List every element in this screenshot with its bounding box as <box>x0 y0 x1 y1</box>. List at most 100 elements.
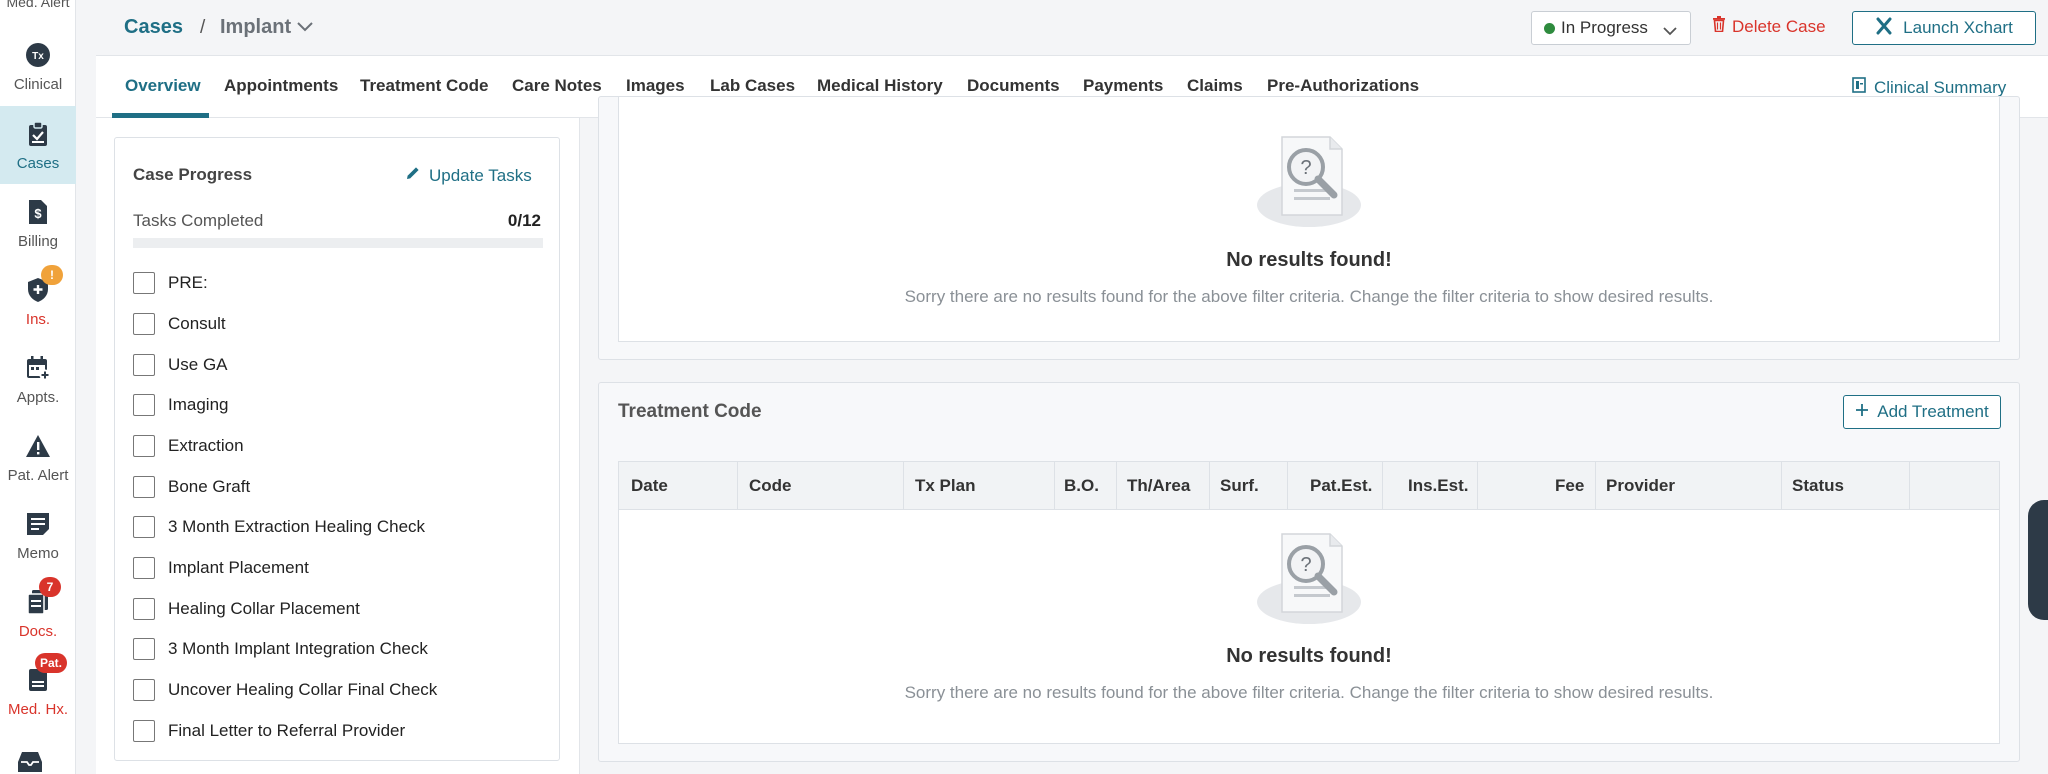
column-header-code[interactable]: Code <box>749 476 792 496</box>
task-label: Imaging <box>168 395 229 414</box>
svg-text:?: ? <box>1300 157 1311 179</box>
task-checkbox[interactable] <box>133 516 155 538</box>
no-results-illustration-icon: ? <box>1254 524 1364 634</box>
appointments-empty-state: ? No results found! Sorry there are no r… <box>618 97 2000 342</box>
tasks-completed-label: Tasks Completed <box>133 211 264 230</box>
pencil-icon <box>405 165 421 186</box>
tab-lab-cases[interactable]: Lab Cases <box>710 76 795 96</box>
sidebar-item-insurance[interactable]: ! Ins. <box>0 262 76 340</box>
task-label: Consult <box>168 314 226 333</box>
column-header-bo[interactable]: B.O. <box>1064 476 1099 496</box>
tab-documents[interactable]: Documents <box>967 76 1060 96</box>
sidebar-item-label: Billing <box>17 232 59 250</box>
task-item: Imaging <box>133 393 228 417</box>
invoice-icon: $ <box>23 197 53 227</box>
sidebar-item-label: Clinical <box>13 75 63 93</box>
breadcrumb-cases-link[interactable]: Cases <box>124 16 183 39</box>
breadcrumb-separator: / <box>200 17 206 38</box>
sidebar-item-billing[interactable]: $ Billing <box>0 184 76 262</box>
task-checkbox[interactable] <box>133 638 155 660</box>
task-label: Uncover Healing Collar Final Check <box>168 680 438 699</box>
column-header-status[interactable]: Status <box>1792 476 1844 496</box>
sidebar-item-patient-alert[interactable]: Pat. Alert <box>0 418 76 496</box>
delete-case-label: Delete Case <box>1732 16 1826 36</box>
chevron-down-icon[interactable] <box>296 20 314 38</box>
sidebar-item-label: Appts. <box>16 388 60 406</box>
update-tasks-button[interactable]: Update Tasks <box>405 165 532 186</box>
launch-xchart-button[interactable]: Launch Xchart <box>1852 11 2036 45</box>
case-header: Cases / Implant In Progress Delete Case … <box>96 0 2048 56</box>
task-checkbox[interactable] <box>133 720 155 742</box>
task-item: 3 Month Extraction Healing Check <box>133 515 425 539</box>
tx-clinical-icon: Tx <box>23 40 53 70</box>
sidebar-item-label: Med. Hx. <box>7 700 68 718</box>
column-header-th-area[interactable]: Th/Area <box>1127 476 1190 496</box>
inbox-icon[interactable] <box>17 748 43 774</box>
tab-pre-authorizations[interactable]: Pre-Authorizations <box>1267 76 1419 96</box>
task-checkbox[interactable] <box>133 679 155 701</box>
left-panel: Case Progress Update Tasks Tasks Complet… <box>96 118 580 774</box>
sidebar-item-label: Memo <box>17 544 59 562</box>
column-header-ins-est[interactable]: Ins.Est. <box>1408 476 1468 496</box>
task-checkbox[interactable] <box>133 394 155 416</box>
medical-history-badge: Pat. <box>35 652 68 673</box>
sidebar-item-clinical[interactable]: Tx Clinical <box>0 27 76 105</box>
task-item: Implant Placement <box>133 556 309 580</box>
add-treatment-label: Add Treatment <box>1877 402 1989 421</box>
task-checkbox[interactable] <box>133 598 155 620</box>
column-header-pat-est[interactable]: Pat.Est. <box>1310 476 1372 496</box>
task-checkbox[interactable] <box>133 354 155 376</box>
side-drawer-handle[interactable] <box>2028 500 2048 620</box>
case-progress-card: Case Progress Update Tasks Tasks Complet… <box>114 137 560 761</box>
sidebar-item-memo[interactable]: Memo <box>0 496 76 574</box>
column-header-provider[interactable]: Provider <box>1606 476 1675 496</box>
task-checkbox[interactable] <box>133 272 155 294</box>
task-checkbox[interactable] <box>133 557 155 579</box>
summary-icon <box>1852 77 1866 98</box>
shield-plus-icon: ! <box>23 264 63 305</box>
status-dropdown[interactable]: In Progress <box>1531 11 1691 45</box>
sidebar-item-documents[interactable]: 7 Docs. <box>0 574 76 652</box>
empty-state-title: No results found! <box>1226 249 1392 271</box>
add-treatment-button[interactable]: Add Treatment <box>1843 395 2001 429</box>
task-item: 3 Month Implant Integration Check <box>133 637 428 661</box>
launch-xchart-label: Launch Xchart <box>1903 18 2013 37</box>
tab-claims[interactable]: Claims <box>1187 76 1243 96</box>
case-progress-title: Case Progress <box>133 165 253 184</box>
column-header-date[interactable]: Date <box>631 476 668 496</box>
tab-care-notes[interactable]: Care Notes <box>512 76 602 96</box>
tab-treatment-code[interactable]: Treatment Code <box>360 76 488 96</box>
breadcrumb-current-case[interactable]: Implant <box>220 16 291 39</box>
column-header-tx-plan[interactable]: Tx Plan <box>915 476 975 496</box>
task-item: Uncover Healing Collar Final Check <box>133 678 437 702</box>
update-tasks-label: Update Tasks <box>429 165 532 185</box>
clinical-summary-label: Clinical Summary <box>1874 77 2007 97</box>
tab-appointments[interactable]: Appointments <box>224 76 338 96</box>
status-dropdown-value: In Progress <box>1561 18 1648 37</box>
sidebar-item-label: Docs. <box>18 622 58 640</box>
tab-overview[interactable]: Overview <box>125 76 201 96</box>
no-results-illustration-icon: ? <box>1254 127 1364 237</box>
delete-case-button[interactable]: Delete Case <box>1712 16 1826 37</box>
plus-icon <box>1855 402 1869 422</box>
svg-text:$: $ <box>34 206 42 221</box>
table-header: Date Code Tx Plan B.O. Th/Area Surf. Pat… <box>619 462 1999 510</box>
column-header-surf[interactable]: Surf. <box>1220 476 1259 496</box>
task-checkbox[interactable] <box>133 313 155 335</box>
task-checkbox[interactable] <box>133 435 155 457</box>
column-header-fee[interactable]: Fee <box>1555 476 1584 496</box>
sidebar-item-cases[interactable]: Cases <box>0 106 76 184</box>
sidebar-item-appointments[interactable]: Appts. <box>0 340 76 418</box>
tab-medical-history[interactable]: Medical History <box>817 76 943 96</box>
task-item: Healing Collar Placement <box>133 597 360 621</box>
task-checkbox[interactable] <box>133 476 155 498</box>
tab-images[interactable]: Images <box>626 76 685 96</box>
task-item: Extraction <box>133 434 244 458</box>
sidebar-item-med-alert-label[interactable]: Med. Alert <box>0 0 76 10</box>
task-label: 3 Month Implant Integration Check <box>168 639 428 658</box>
empty-state-message: Sorry there are no results found for the… <box>904 287 1714 306</box>
tab-payments[interactable]: Payments <box>1083 76 1163 96</box>
clinical-summary-link[interactable]: Clinical Summary <box>1852 77 2006 98</box>
task-label: Implant Placement <box>168 558 309 577</box>
sidebar-item-medical-history[interactable]: Pat. Med. Hx. <box>0 652 76 730</box>
